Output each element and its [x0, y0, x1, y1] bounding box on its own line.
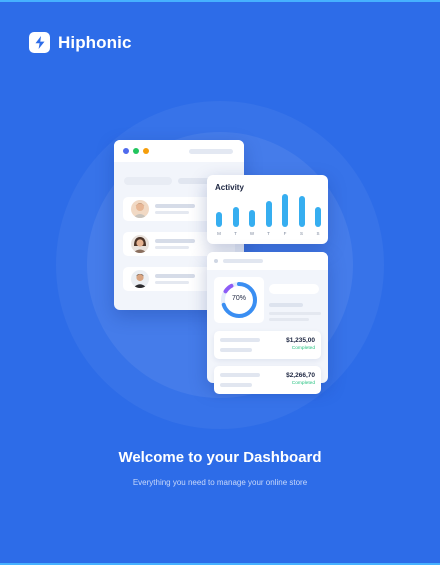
address-bar: [189, 149, 233, 154]
stat-line: [269, 312, 321, 315]
brand-name: Hiphonic: [58, 32, 132, 52]
tx-line: [220, 373, 260, 377]
brand[interactable]: Hiphonic: [29, 32, 132, 53]
activity-bar: [249, 210, 255, 227]
transaction-status: Completed: [291, 346, 315, 351]
day-label: W: [249, 231, 255, 236]
welcome-title: Welcome to your Dashboard: [118, 449, 322, 466]
day-label: T: [267, 231, 270, 236]
donut-label: 70%: [231, 295, 246, 302]
window-dot-green: [133, 148, 139, 154]
window-dot-blue: [123, 148, 129, 154]
activity-title: Activity: [215, 183, 244, 192]
transaction-status: Completed: [291, 381, 315, 386]
tx-line: [220, 338, 260, 342]
transaction-row: $2,266,70 Completed: [214, 366, 321, 394]
tx-line: [220, 348, 252, 352]
activity-bar: [298, 196, 305, 227]
stat-pill: [269, 284, 319, 294]
user-avatar-1: [131, 200, 149, 218]
stats-card: 70% $1,235,00 Completed: [207, 252, 328, 383]
header-dot: [214, 259, 218, 263]
progress-donut-card: 70%: [214, 277, 264, 323]
stat-line: [269, 318, 309, 321]
top-accent-line: [0, 0, 440, 2]
activity-bar: [315, 207, 321, 227]
user-avatar-2: [131, 235, 149, 253]
row-line: [155, 274, 195, 278]
tx-line: [220, 383, 252, 387]
activity-bar: [232, 207, 239, 227]
activity-bar: [282, 194, 288, 227]
search-placeholder: [124, 177, 172, 185]
row-line: [155, 281, 189, 284]
day-label: S: [299, 231, 303, 236]
row-line: [155, 246, 189, 249]
window-titlebar: [114, 140, 244, 162]
row-line: [155, 239, 195, 243]
stats-header: [207, 252, 328, 270]
transaction-row: $1,235,00 Completed: [214, 331, 321, 359]
activity-bar: [216, 212, 222, 227]
stat-line: [269, 303, 303, 307]
activity-card: Activity M T W T F S S: [207, 175, 328, 244]
day-label: S: [316, 231, 320, 236]
welcome-subtitle: Everything you need to manage your onlin…: [132, 478, 308, 487]
activity-bar: [265, 201, 272, 227]
header-line: [223, 259, 263, 263]
transaction-amount: $2,266,70: [286, 372, 315, 379]
user-avatar-3: [131, 270, 149, 288]
transaction-amount: $1,235,00: [286, 337, 315, 344]
row-line: [155, 204, 195, 208]
row-line: [155, 211, 189, 214]
day-label: T: [234, 231, 237, 236]
day-label: M: [217, 231, 221, 236]
window-dot-orange: [143, 148, 149, 154]
day-label: F: [283, 231, 287, 236]
bolt-icon: [29, 32, 50, 53]
